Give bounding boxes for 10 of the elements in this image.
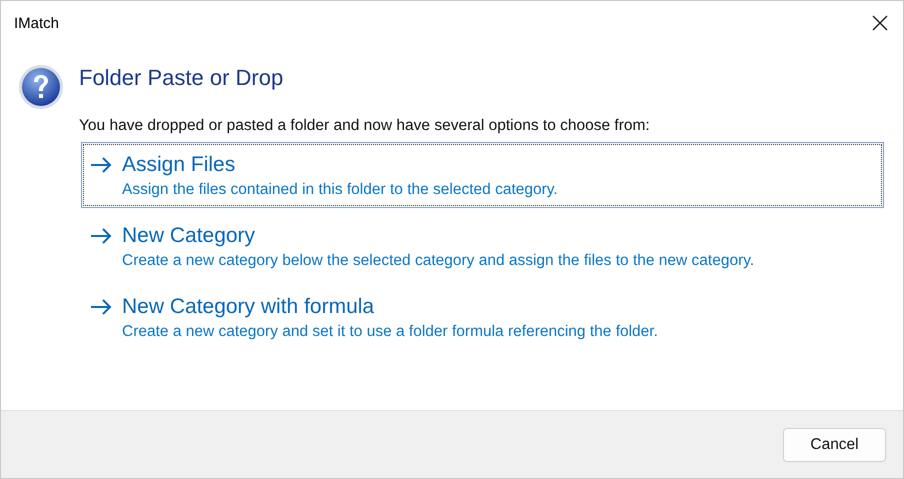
dialog-heading: Folder Paste or Drop	[79, 65, 284, 91]
command-link[interactable]: Assign Files Assign the files contained in this folder to the selected category.	[81, 142, 884, 208]
close-icon	[872, 15, 888, 31]
window-title: IMatch	[14, 14, 60, 32]
arrow-icon	[90, 157, 112, 173]
cancel-button[interactable]: Cancel	[783, 428, 886, 462]
question-icon	[17, 63, 65, 111]
arrow-icon	[90, 228, 112, 244]
arrow-icon	[90, 299, 112, 315]
intro-text: You have dropped or pasted a folder and now have several options to choose from:	[79, 117, 650, 135]
